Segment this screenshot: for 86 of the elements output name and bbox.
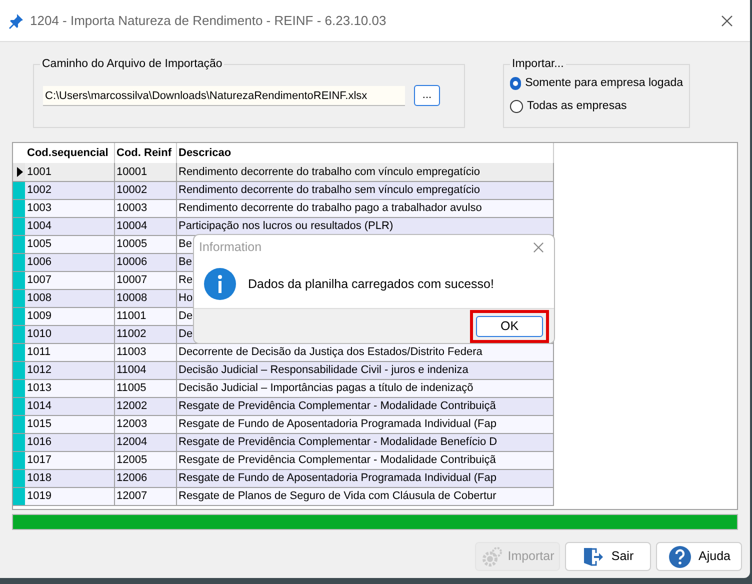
- table-cell: Resgate de Previdência Complementar - Modalidade Contribuiçã: [176, 451, 553, 469]
- table-cell: 10006: [114, 253, 176, 271]
- row-indicator[interactable]: [13, 451, 25, 469]
- table-cell: 1015: [25, 415, 114, 433]
- table-cell: 1002: [25, 181, 114, 199]
- close-icon: [532, 242, 544, 253]
- action-button[interactable]: Ajuda: [656, 542, 742, 571]
- table-cell: 1013: [25, 379, 114, 397]
- row-indicator[interactable]: [13, 361, 25, 379]
- table-cell: 11004: [114, 361, 176, 379]
- table-cell: 1010: [25, 325, 114, 343]
- table-cell: 10008: [114, 289, 176, 307]
- table-cell: Decisão Judicial – Responsabilidade Civil - juros e indeniza: [176, 361, 553, 379]
- table-cell: 10007: [114, 271, 176, 289]
- table-cell: 1018: [25, 469, 114, 487]
- table-cell: Rendimento decorrente do trabalho com vínculo empregatício: [176, 163, 553, 181]
- table-cell: 12006: [114, 469, 176, 487]
- table-cell: 1009: [25, 307, 114, 325]
- row-indicator[interactable]: [13, 343, 25, 361]
- table-cell: Rendimento decorrente do trabalho sem vínculo empregatício: [176, 181, 553, 199]
- close-icon: [721, 14, 733, 26]
- row-indicator[interactable]: [13, 469, 25, 487]
- row-indicator[interactable]: [13, 271, 25, 289]
- table-cell: 1006: [25, 253, 114, 271]
- table-cell: Resgate de Previdência Complementar - Modalidade Benefício D: [176, 433, 553, 451]
- table-cell: 1012: [25, 361, 114, 379]
- row-indicator[interactable]: [13, 325, 25, 343]
- radio-label[interactable]: Somente para empresa logada: [525, 75, 683, 92]
- table-cell: 1007: [25, 271, 114, 289]
- table-cell: 1004: [25, 217, 114, 235]
- table-cell: 11001: [114, 307, 176, 325]
- table-cell: 1001: [25, 163, 114, 181]
- table-cell: Resgate de Previdência Complementar - Modalidade Contribuiçã: [176, 397, 553, 415]
- table-cell: 12002: [114, 397, 176, 415]
- table-cell: Rendimento decorrente do trabalho pago a trabalhador avulso: [176, 199, 553, 217]
- info-icon: [204, 268, 236, 300]
- table-cell: 11003: [114, 343, 176, 361]
- radio-label[interactable]: Todas as empresas: [527, 98, 627, 116]
- row-indicator[interactable]: [13, 235, 25, 253]
- file-path-field[interactable]: C:\Users\marcossilva\Downloads\NaturezaRendimentoREINF.xlsx: [43, 86, 405, 106]
- table-cell: 12003: [114, 415, 176, 433]
- table-cell: 11005: [114, 379, 176, 397]
- table-cell: 10005: [114, 235, 176, 253]
- table-cell: 1005: [25, 235, 114, 253]
- table-cell: 1003: [25, 199, 114, 217]
- table-cell: Decorrente de Decisão da Justiça dos Estados/Distrito Federa: [176, 343, 553, 361]
- table-cell: Decisão Judicial – Importâncias pagas a título de indenizaçõ: [176, 379, 553, 397]
- dialog-title: Information: [199, 239, 263, 256]
- row-indicator[interactable]: [13, 397, 25, 415]
- table-cell: Resgate de Fundo de Aposentadoria Programada Individual (Fap: [176, 415, 553, 433]
- table-cell: 1017: [25, 451, 114, 469]
- ok-button[interactable]: OK: [476, 316, 543, 336]
- row-indicator[interactable]: [13, 487, 25, 505]
- browse-button[interactable]: ...: [414, 85, 440, 106]
- row-indicator[interactable]: [13, 199, 25, 217]
- table-cell: 10001: [114, 163, 176, 181]
- row-indicator[interactable]: [13, 289, 25, 307]
- table-cell: 12007: [114, 487, 176, 505]
- table-cell: 1019: [25, 487, 114, 505]
- help-icon: [668, 544, 692, 568]
- row-indicator[interactable]: [13, 415, 25, 433]
- table-cell: 10003: [114, 199, 176, 217]
- window-title: 1204 - Importa Natureza de Rendimento - REINF - 6.23.10.03: [30, 12, 388, 30]
- table-cell: 10002: [114, 181, 176, 199]
- table-cell: 12004: [114, 433, 176, 451]
- table-cell: Resgate de Fundo de Aposentadoria Programada Individual (Fap: [176, 469, 553, 487]
- pushpin-icon: [8, 12, 24, 28]
- row-indicator[interactable]: [13, 379, 25, 397]
- row-indicator[interactable]: [13, 307, 25, 325]
- table-cell: 11002: [114, 325, 176, 343]
- table-cell: 1011: [25, 343, 114, 361]
- gears-icon: [480, 546, 503, 568]
- row-indicator[interactable]: [13, 253, 25, 271]
- table-cell: 1016: [25, 433, 114, 451]
- table-cell: Resgate de Planos de Seguro de Vida com Cláusula de Cobertur: [176, 487, 553, 505]
- door-arrow-icon: [582, 546, 604, 568]
- radio-button[interactable]: [510, 77, 522, 90]
- table-cell: 1008: [25, 289, 114, 307]
- action-button[interactable]: Sair: [565, 542, 651, 571]
- table-cell: 1014: [25, 397, 114, 415]
- radio-button[interactable]: [510, 100, 523, 114]
- table-cell: 12005: [114, 451, 176, 469]
- table-cell: 10004: [114, 217, 176, 235]
- row-indicator[interactable]: [13, 217, 25, 235]
- row-indicator[interactable]: [13, 433, 25, 451]
- current-row-indicator[interactable]: [13, 163, 25, 181]
